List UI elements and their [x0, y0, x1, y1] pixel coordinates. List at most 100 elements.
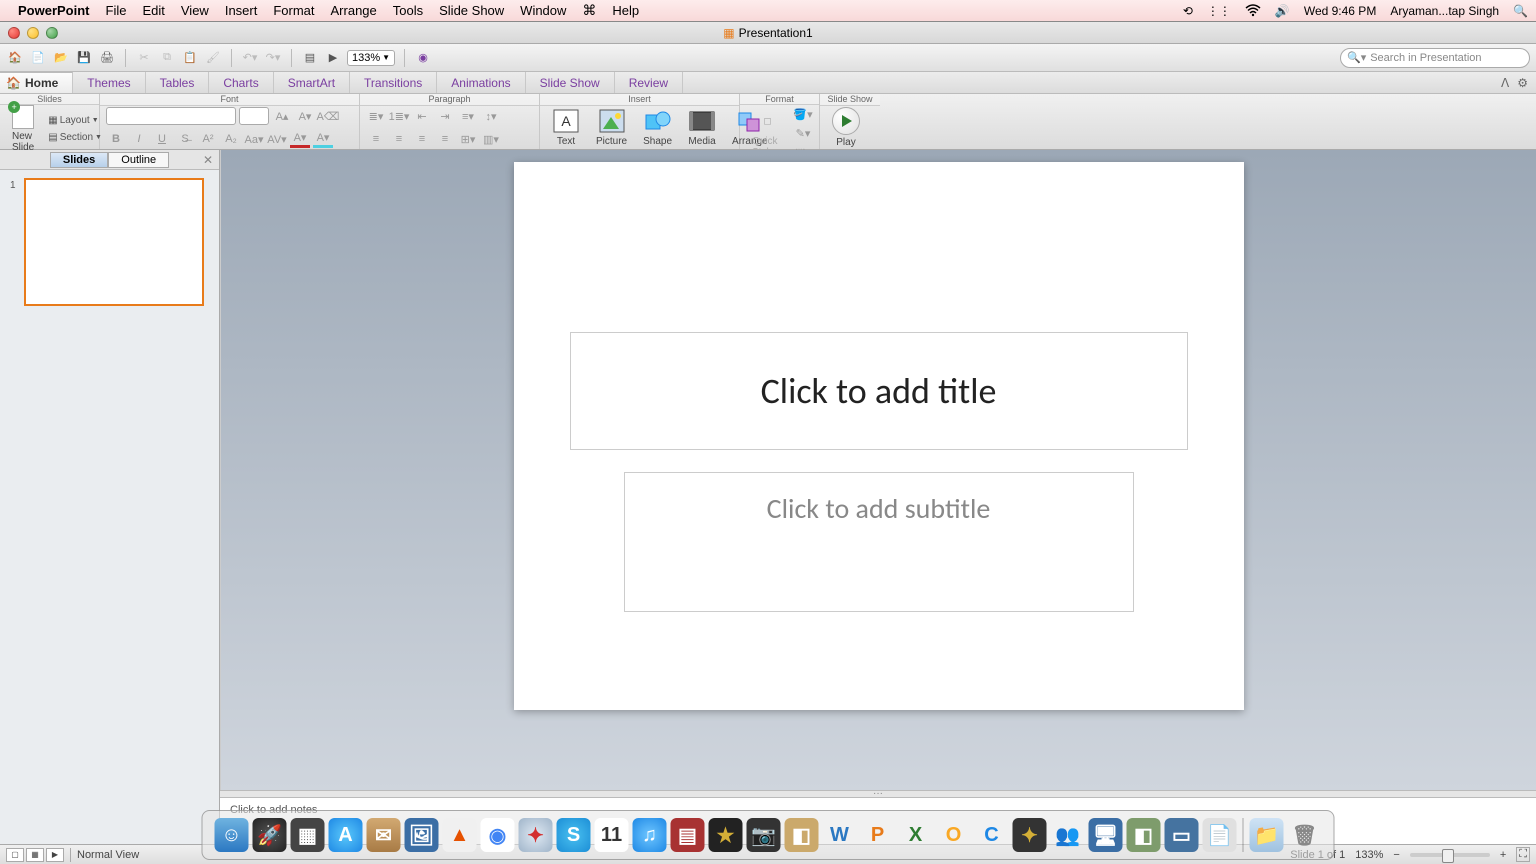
tab-tables[interactable]: Tables — [146, 72, 210, 93]
bold-button[interactable]: B — [106, 130, 126, 148]
font-size-select[interactable] — [239, 107, 269, 125]
panel-tab-outline[interactable]: Outline — [108, 152, 169, 168]
tab-transitions[interactable]: Transitions — [350, 72, 437, 93]
dock-app6[interactable]: ▭ — [1165, 818, 1199, 852]
dock-trash[interactable]: 🗑 — [1288, 818, 1322, 852]
home-icon[interactable]: 🏠 — [6, 49, 24, 67]
collapse-ribbon-icon[interactable]: ᐱ — [1501, 76, 1509, 90]
char-spacing-button[interactable]: AV▾ — [267, 130, 287, 148]
menu-tools[interactable]: Tools — [393, 3, 423, 18]
menu-file[interactable]: File — [106, 3, 127, 18]
italic-button[interactable]: I — [129, 130, 149, 148]
underline-button[interactable]: U — [152, 130, 172, 148]
insert-picture-button[interactable]: Picture — [590, 108, 633, 147]
dock-chrome[interactable]: ◉ — [481, 818, 515, 852]
play-button[interactable]: Play — [826, 107, 866, 148]
dock-app2[interactable]: ▤ — [671, 818, 705, 852]
tab-smartart[interactable]: SmartArt — [274, 72, 350, 93]
dock-excel[interactable]: X — [899, 818, 933, 852]
subtitle-placeholder[interactable]: Click to add subtitle — [624, 472, 1134, 612]
menu-window[interactable]: Window — [520, 3, 566, 18]
zoom-slider[interactable] — [1410, 853, 1490, 857]
dock-app7[interactable]: 📄 — [1203, 818, 1237, 852]
superscript-button[interactable]: A² — [198, 130, 218, 148]
normal-view-button[interactable]: ▢ — [6, 848, 24, 862]
undo-icon[interactable]: ↶▾ — [241, 49, 259, 67]
justify-button[interactable]: ≡ — [435, 130, 455, 148]
help-icon[interactable]: ◉ — [414, 49, 432, 67]
menu-slideshow[interactable]: Slide Show — [439, 3, 504, 18]
minimize-window-button[interactable] — [27, 27, 39, 39]
volume-icon[interactable]: 🔊 — [1275, 4, 1290, 18]
spotlight-icon[interactable]: 🔍 — [1513, 4, 1528, 18]
tab-slideshow[interactable]: Slide Show — [526, 72, 615, 93]
menu-format[interactable]: Format — [273, 3, 314, 18]
strike-button[interactable]: S̶ — [175, 130, 195, 148]
dock-appstore[interactable]: A — [329, 818, 363, 852]
new-icon[interactable]: 📄 — [29, 49, 47, 67]
section-button[interactable]: ▤Section▼ — [44, 130, 106, 145]
zoom-window-button[interactable] — [46, 27, 58, 39]
slide[interactable]: Click to add title Click to add subtitle — [514, 162, 1244, 710]
paste-icon[interactable]: 📋 — [181, 49, 199, 67]
dock-folder[interactable]: 📁 — [1250, 818, 1284, 852]
notes-splitter[interactable] — [220, 790, 1536, 798]
align-center-button[interactable]: ≡ — [389, 130, 409, 148]
shape-fill-button[interactable]: 🪣▾ — [793, 105, 813, 123]
text-direction-button[interactable]: ↕▾ — [481, 107, 501, 125]
bullets-button[interactable]: ≣▾ — [366, 107, 386, 125]
highlight-button[interactable]: A▾ — [313, 130, 333, 148]
slideshow-view-button[interactable]: ▶ — [46, 848, 64, 862]
change-case-button[interactable]: Aa▾ — [244, 130, 264, 148]
menu-edit[interactable]: Edit — [142, 3, 164, 18]
align-left-button[interactable]: ≡ — [366, 130, 386, 148]
slideshow-run-icon[interactable]: ▶ — [324, 49, 342, 67]
dock-app5[interactable]: ◧ — [1127, 818, 1161, 852]
align-right-button[interactable]: ≡ — [412, 130, 432, 148]
user-name[interactable]: Aryaman...tap Singh — [1390, 4, 1499, 18]
tab-animations[interactable]: Animations — [437, 72, 525, 93]
cut-icon[interactable]: ✂ — [135, 49, 153, 67]
slidesorter-icon[interactable]: ▤ — [301, 49, 319, 67]
format-painter-icon[interactable]: 🖌 — [204, 49, 222, 67]
dock-powerpoint[interactable]: P — [861, 818, 895, 852]
save-icon[interactable]: 💾 — [75, 49, 93, 67]
tab-themes[interactable]: Themes — [73, 72, 145, 93]
open-icon[interactable]: 📂 — [52, 49, 70, 67]
zoom-selector[interactable]: 133%▼ — [347, 50, 395, 66]
dock-photobooth[interactable]: 📷 — [747, 818, 781, 852]
shape-outline-button[interactable]: ✎▾ — [793, 124, 813, 142]
inc-indent-button[interactable]: ⇥ — [435, 107, 455, 125]
columns-button[interactable]: ▥▾ — [481, 130, 501, 148]
dock-preview[interactable]: 🖼 — [405, 818, 439, 852]
script-menu-icon[interactable]: ⌘ — [582, 2, 596, 19]
close-panel-icon[interactable]: ✕ — [203, 153, 213, 167]
copy-icon[interactable]: ⧉ — [158, 49, 176, 67]
bluetooth-icon[interactable]: ⋮⋮ — [1207, 4, 1231, 18]
dock-vlc[interactable]: ▲ — [443, 818, 477, 852]
dock-messenger[interactable]: C — [975, 818, 1009, 852]
dock-imovie[interactable]: ★ — [709, 818, 743, 852]
dock-app4[interactable]: ✦ — [1013, 818, 1047, 852]
dock-mail[interactable]: ✉ — [367, 818, 401, 852]
wifi-icon[interactable] — [1245, 3, 1261, 19]
dock-finder[interactable]: ☺ — [215, 818, 249, 852]
panel-tab-slides[interactable]: Slides — [50, 152, 108, 168]
dock-app3[interactable]: ◧ — [785, 818, 819, 852]
dock-itunes[interactable]: ♫ — [633, 818, 667, 852]
slide-thumbnail-1[interactable] — [24, 178, 204, 306]
layout-button[interactable]: ▦Layout▼ — [44, 113, 106, 128]
dock-mission[interactable]: ▦ — [291, 818, 325, 852]
menu-arrange[interactable]: Arrange — [331, 3, 377, 18]
zoom-out-button[interactable]: − — [1393, 849, 1399, 861]
redo-icon[interactable]: ↷▾ — [264, 49, 282, 67]
print-icon[interactable]: 🖨 — [98, 49, 116, 67]
line-spacing-button[interactable]: ≡▾ — [458, 107, 478, 125]
menu-help[interactable]: Help — [612, 3, 639, 18]
search-input[interactable]: 🔍▾ Search in Presentation — [1340, 48, 1530, 68]
shrink-font-button[interactable]: A▾ — [295, 107, 315, 125]
menu-insert[interactable]: Insert — [225, 3, 258, 18]
insert-media-button[interactable]: Media — [682, 108, 722, 147]
sync-icon[interactable]: ⟲ — [1183, 4, 1193, 18]
dock-outlook[interactable]: O — [937, 818, 971, 852]
